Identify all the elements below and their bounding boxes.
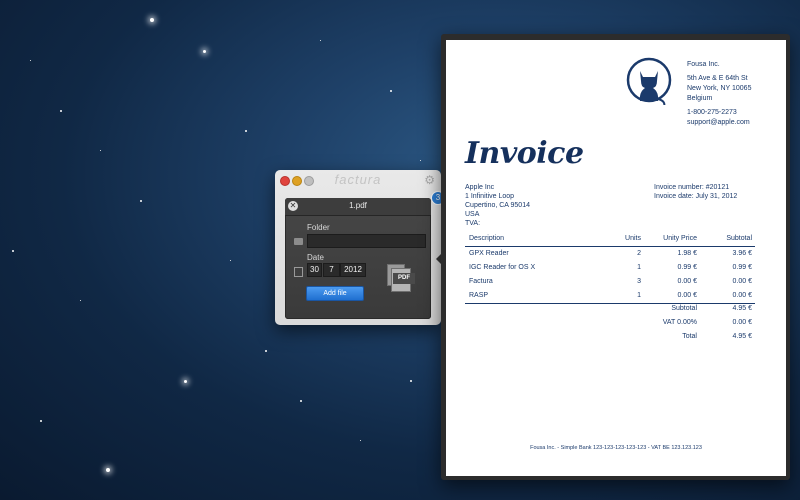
date-label: Date <box>307 253 324 262</box>
invoice-number: Invoice number: #20121 <box>654 184 730 191</box>
vat-row: VAT 0.00% 0.00 € <box>465 316 755 330</box>
row-price: 0.00 € <box>677 292 697 299</box>
invoice-meta: Invoice number: #20121 Invoice date: Jul… <box>654 183 737 201</box>
star <box>230 260 231 261</box>
star <box>140 200 142 202</box>
company-info: Fousa Inc. 5th Ave & E 64th St New York,… <box>687 60 751 128</box>
star <box>184 380 187 383</box>
star <box>300 400 302 402</box>
star <box>420 160 421 161</box>
panel-header: ✕ 1.pdf <box>285 198 431 216</box>
pdf-icon[interactable]: PDF <box>387 264 415 292</box>
company-address1: 5th Ave & E 64th St <box>687 75 748 82</box>
row-subtotal: 0.00 € <box>732 292 752 299</box>
star <box>203 50 206 53</box>
gear-icon[interactable]: ⚙ <box>424 173 435 187</box>
date-day-field[interactable]: 30 <box>307 263 322 277</box>
header-price: Unity Price <box>663 235 697 242</box>
calendar-icon <box>294 267 303 277</box>
cat-logo-icon <box>626 57 672 105</box>
row-units: 3 <box>637 278 641 285</box>
star <box>410 380 412 382</box>
folder-icon <box>294 238 303 245</box>
header-subtotal: Subtotal <box>726 235 752 242</box>
client-address2: Cupertino, CA 95014 <box>465 202 530 209</box>
star <box>60 110 62 112</box>
header-description: Description <box>469 235 505 242</box>
star <box>150 18 154 22</box>
star <box>320 40 321 41</box>
row-price: 0.99 € <box>677 264 697 271</box>
pdf-icon-label: PDF <box>393 273 415 284</box>
row-description: GPX Reader <box>469 250 509 257</box>
star <box>245 130 247 132</box>
company-phone: 1-800-275-2273 <box>687 109 737 116</box>
star <box>30 60 31 61</box>
row-subtotal: 0.99 € <box>732 264 752 271</box>
table-row: GPX Reader 2 1.98 € 3.96 € <box>465 247 755 261</box>
star <box>390 90 392 92</box>
star <box>265 350 267 352</box>
client-name: Apple Inc <box>465 184 495 191</box>
subtotal-label: Subtotal <box>671 305 697 312</box>
header-units: Units <box>625 235 641 242</box>
invoice-date: Invoice date: July 31, 2012 <box>654 193 738 200</box>
client-info: Apple Inc 1 Infinitive Loop Cupertino, C… <box>465 183 530 228</box>
table-header-row: Description Units Unity Price Subtotal <box>465 232 755 247</box>
company-email: support@apple.com <box>687 119 750 126</box>
client-country: USA <box>465 211 480 218</box>
table-row: IGC Reader for OS X 1 0.99 € 0.99 € <box>465 261 755 275</box>
subtotal-value: 4.95 € <box>732 305 752 312</box>
row-description: RASP <box>469 292 489 299</box>
date-month-field[interactable]: 7 <box>323 263 340 277</box>
factura-window: factura ⚙ ✕ 1.pdf 3 Folder Date 30 7 201… <box>275 170 445 325</box>
star <box>360 440 361 441</box>
table-row: Factura 3 0.00 € 0.00 € <box>465 275 755 289</box>
file-name: 1.pdf <box>349 201 367 210</box>
total-label: Total <box>682 333 697 340</box>
star <box>40 420 42 422</box>
row-price: 0.00 € <box>677 278 697 285</box>
row-units: 2 <box>637 250 641 257</box>
invoice-preview-window: Fousa Inc. 5th Ave & E 64th St New York,… <box>441 34 790 480</box>
star <box>12 250 14 252</box>
row-price: 1.98 € <box>677 250 697 257</box>
app-title: factura <box>334 172 382 187</box>
line-items-table: Description Units Unity Price Subtotal G… <box>465 232 755 304</box>
date-year-field[interactable]: 2012 <box>340 263 366 277</box>
folder-input[interactable] <box>307 234 426 248</box>
vat-label: VAT 0.00% <box>662 319 697 326</box>
company-address2: New York, NY 10065 <box>687 85 752 92</box>
client-address1: 1 Infinitive Loop <box>465 193 515 200</box>
row-description: Factura <box>469 278 493 285</box>
row-description: IGC Reader for OS X <box>469 264 536 271</box>
star <box>80 300 81 301</box>
folder-label: Folder <box>307 223 330 232</box>
company-name: Fousa Inc. <box>687 61 720 68</box>
row-units: 1 <box>637 292 641 299</box>
total-value: 4.95 € <box>732 333 752 340</box>
file-panel: ✕ 1.pdf 3 Folder Date 30 7 2012 Add file… <box>285 191 445 319</box>
add-file-button[interactable]: Add file <box>306 286 364 301</box>
invoice-title: Invoice <box>465 136 584 171</box>
subtotal-row: Subtotal 4.95 € <box>465 302 755 316</box>
client-tva: TVA: <box>465 220 481 227</box>
star <box>100 150 101 151</box>
vat-value: 0.00 € <box>732 319 752 326</box>
company-country: Belgium <box>687 95 713 102</box>
row-subtotal: 3.96 € <box>732 250 752 257</box>
total-row: Total 4.95 € <box>465 330 755 344</box>
invoice-page: Fousa Inc. 5th Ave & E 64th St New York,… <box>446 40 786 476</box>
star <box>106 468 110 472</box>
window-titlebar[interactable]: factura ⚙ <box>275 170 441 190</box>
row-subtotal: 0.00 € <box>732 278 752 285</box>
invoice-footer: Fousa Inc. - Simple Bank 123-123-123-123… <box>530 445 702 451</box>
row-units: 1 <box>637 264 641 271</box>
totals-section: Subtotal 4.95 € VAT 0.00% 0.00 € Total 4… <box>465 302 755 344</box>
